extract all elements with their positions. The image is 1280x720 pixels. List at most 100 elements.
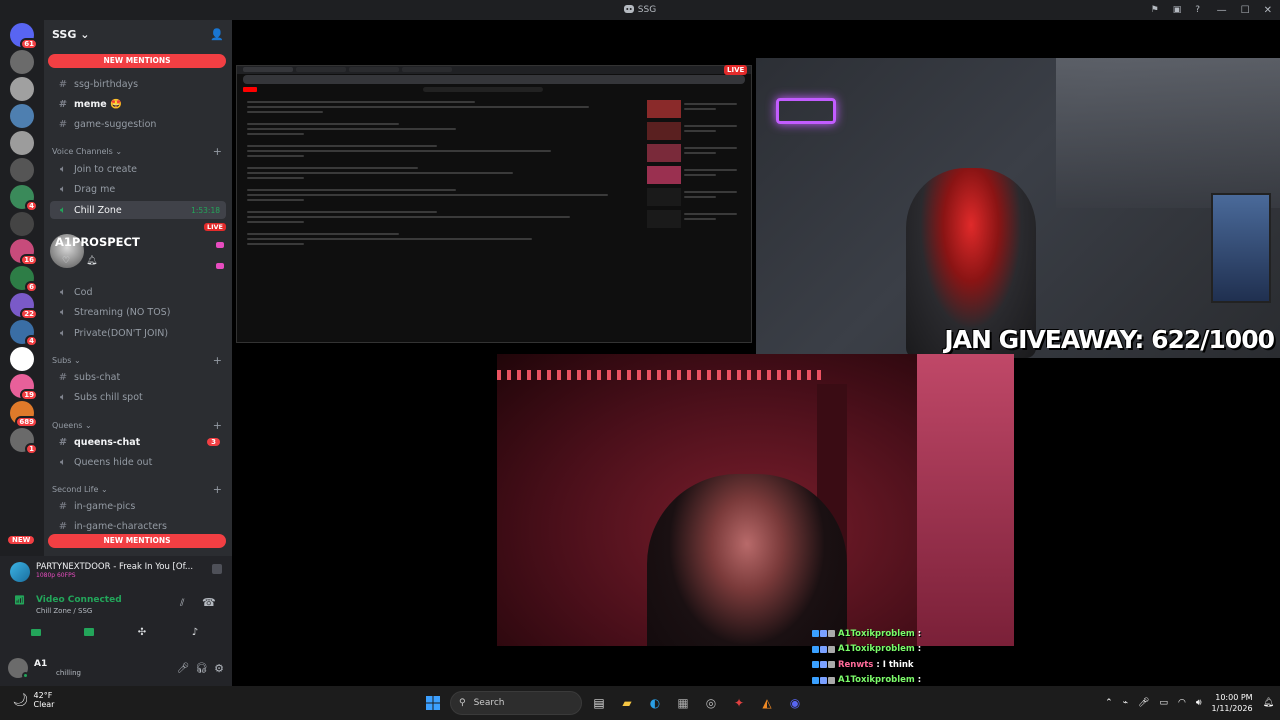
weather-condition: Clear [33, 700, 55, 709]
category-subs[interactable]: Subs ⌄ + [52, 353, 226, 367]
system-clock[interactable]: 10:00 PM 1/11/2026 [1212, 692, 1253, 714]
voice-location[interactable]: Chill Zone / SSG [36, 607, 92, 615]
server-icon[interactable] [10, 104, 34, 128]
taskbar: 🌙︎ 42°F Clear ⚲ Search ▤ ▰ ◐ ▦ ◎ ✦ ◭ ◉ ⌃ ⌁… [0, 686, 1280, 720]
noise-suppression-icon[interactable]: ⫽ [180, 598, 184, 609]
activities-icon: ✣ [137, 626, 147, 638]
add-channel-icon[interactable]: + [213, 419, 222, 432]
server-icon[interactable] [10, 212, 34, 236]
server-icon[interactable]: 61 [10, 23, 38, 50]
settings-gear-icon[interactable]: ⚙ [214, 662, 224, 675]
category-second-life[interactable]: Second Life ⌄ + [52, 482, 226, 496]
guild-header[interactable]: SSG ⌄ 👤 [44, 20, 232, 48]
new-mentions-top[interactable]: NEW MENTIONS [48, 54, 226, 68]
microphone-icon[interactable]: 🎤︎ [177, 663, 190, 674]
voice-queens-hide-out[interactable]: 🔈︎ Queens hide out [50, 453, 226, 471]
voice-join-to-create[interactable]: 🔈︎ Join to create [50, 160, 226, 178]
channel-in-game-pics[interactable]: # in-game-pics [50, 497, 226, 515]
new-badge[interactable]: NEW [8, 536, 35, 544]
channel-meme[interactable]: # meme 🤩 [50, 95, 226, 113]
minimize-button[interactable]: — [1217, 5, 1227, 16]
headphones-icon[interactable]: 🎧︎ [195, 663, 208, 674]
category-voice-channels[interactable]: Voice Channels ⌄ + [52, 144, 226, 158]
monitor-icon[interactable]: ▣ [1173, 5, 1182, 15]
search-icon: ⚲ [459, 698, 466, 708]
chat-message: A1Toxikproblem: [812, 626, 972, 642]
help-icon[interactable]: ? [1195, 5, 1200, 15]
weather-widget[interactable]: 🌙︎ 42°F Clear [12, 691, 54, 709]
file-explorer-icon[interactable]: ▰ [616, 692, 638, 714]
voice-drag-me[interactable]: 🔈︎ Drag me [50, 180, 226, 198]
volume-icon[interactable]: 🔊︎ [1196, 698, 1202, 708]
server-icon[interactable]: 6 [10, 266, 38, 293]
avatar[interactable] [8, 658, 29, 679]
start-button[interactable] [422, 692, 444, 714]
chevron-up-icon[interactable]: ⌃ [1105, 698, 1113, 708]
channel-label: ssg-birthdays [74, 78, 139, 90]
channel-subs-chat[interactable]: # subs-chat [50, 368, 226, 386]
server-mention-badge: 22 [20, 308, 38, 320]
add-channel-icon[interactable]: + [213, 145, 222, 158]
server-icon[interactable]: 4 [10, 320, 38, 347]
soundboard-button[interactable]: ♪ [177, 624, 213, 640]
close-button[interactable]: ✕ [1264, 5, 1272, 16]
server-icon[interactable]: 689 [10, 401, 38, 428]
channel-ssg-birthdays[interactable]: # ssg-birthdays [50, 75, 226, 93]
microphone-icon[interactable]: 🎤︎ [1138, 698, 1149, 708]
channel-label: Drag me [74, 183, 116, 195]
voice-subs-chill-spot[interactable]: 🔈︎ Subs chill spot [50, 388, 226, 406]
hash-icon: # [58, 500, 68, 512]
activities-button[interactable]: ✣ [124, 624, 160, 640]
channel-game-suggestion[interactable]: # game-suggestion [50, 115, 226, 133]
app-icon[interactable]: ✦ [728, 692, 750, 714]
bell-icon[interactable]: 🔔︎ [86, 256, 97, 266]
voice-streaming[interactable]: 🔈︎ Streaming (NO TOS) [50, 303, 226, 321]
server-icon[interactable] [10, 50, 34, 74]
server-icon[interactable]: 1 [10, 428, 38, 455]
webcam-bottom [497, 354, 1014, 646]
category-label: Second Life [52, 484, 99, 494]
channel-queens-chat[interactable]: # queens-chat 3 [50, 433, 226, 451]
server-icon[interactable]: 4 [10, 185, 38, 212]
maximize-button[interactable]: ☐ [1241, 5, 1250, 16]
notification-bell-icon[interactable]: 🔔︎ [1263, 698, 1274, 708]
activity-panel[interactable]: PARTYNEXTDOOR - Freak In You [Of... 1080… [0, 556, 232, 590]
server-icon[interactable] [10, 131, 34, 155]
server-icon[interactable] [10, 347, 34, 371]
server-icon[interactable]: 16 [10, 239, 38, 266]
display-icon[interactable]: ▭ [1159, 698, 1168, 708]
edge-browser-icon[interactable]: ◐ [644, 692, 666, 714]
new-mentions-bottom[interactable]: NEW MENTIONS [48, 534, 226, 548]
server-icon[interactable] [10, 158, 34, 182]
voice-member-card[interactable]: A1PROSPECT ♡ 🔔︎ LIVE [50, 223, 226, 288]
steam-icon[interactable]: ◎ [700, 692, 722, 714]
task-view-icon[interactable]: ▤ [588, 692, 610, 714]
voice-cod[interactable]: 🔈︎ Cod [50, 283, 226, 301]
search-label: Search [473, 698, 505, 708]
discord-icon[interactable]: ◉ [784, 692, 806, 714]
screen-share-button[interactable] [71, 624, 107, 640]
voice-private[interactable]: 🔈︎ Private(DON'T JOIN) [50, 324, 226, 342]
stream-stage: LIVE JAN GIVEAWAY: 622/1000 A1Toxikprobl… [232, 20, 1280, 716]
server-icon[interactable]: 19 [10, 374, 38, 401]
wifi-icon[interactable]: ◠ [1178, 698, 1186, 708]
app-icon[interactable]: ◭ [756, 692, 778, 714]
heart-icon[interactable]: ♡ [62, 256, 70, 266]
close-icon[interactable] [212, 564, 222, 574]
browser-screen-share[interactable] [236, 65, 752, 343]
store-icon[interactable]: ▦ [672, 692, 694, 714]
inbox-icon[interactable]: ⚑ [1151, 5, 1159, 15]
voice-chill-zone[interactable]: 🔈︎ Chill Zone 1:53:18 [50, 201, 226, 219]
add-channel-icon[interactable]: + [213, 483, 222, 496]
camera-button[interactable] [18, 624, 54, 640]
taskbar-search[interactable]: ⚲ Search [450, 691, 582, 715]
add-channel-icon[interactable]: + [213, 354, 222, 367]
category-queens[interactable]: Queens ⌄ + [52, 418, 226, 432]
network-icon[interactable]: ⌁ [1123, 698, 1128, 708]
add-member-icon[interactable]: 👤 [210, 28, 224, 41]
disconnect-icon[interactable]: ☎ [202, 596, 216, 609]
background-monitor [1211, 193, 1271, 303]
channel-in-game-characters[interactable]: # in-game-characters [50, 517, 226, 535]
server-icon[interactable]: 22 [10, 293, 38, 320]
server-icon[interactable] [10, 77, 34, 101]
